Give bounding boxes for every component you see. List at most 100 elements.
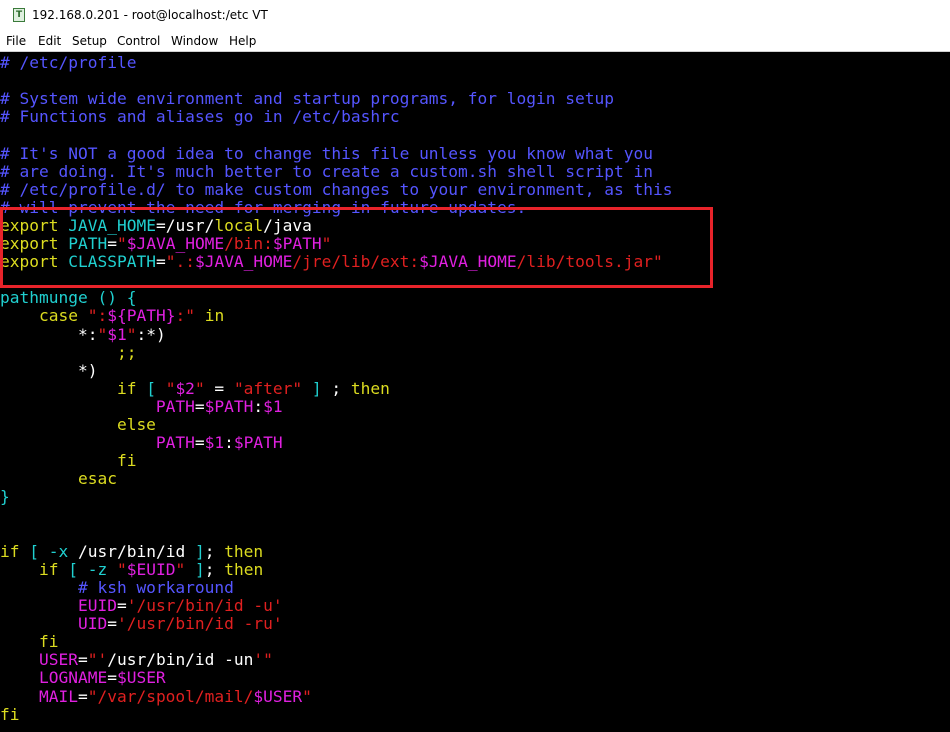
code-token: $PATH — [233, 433, 283, 453]
terminal-line: ;; — [0, 343, 137, 362]
code-token: ": — [87, 306, 108, 326]
code-token: UID — [0, 614, 108, 634]
terminal-line: fi — [0, 451, 137, 471]
code-token: /java — [263, 215, 312, 235]
code-token: " — [175, 559, 186, 579]
code-token: : — [224, 433, 234, 453]
code-token: *: — [0, 324, 98, 344]
code-token: MAIL — [0, 686, 78, 706]
code-token: then — [224, 559, 264, 579]
code-token: if — [0, 559, 69, 579]
terminal-line: pathmunge () { — [0, 289, 136, 307]
code-token: $EUID — [126, 559, 176, 579]
code-token: " — [165, 378, 176, 398]
code-token: $USER — [253, 686, 303, 706]
terminal-line: # /etc/profile.d/ to make custom changes… — [0, 179, 673, 199]
code-token: ] — [302, 378, 332, 398]
menu-file[interactable]: File — [6, 33, 26, 49]
code-token: $JAVA_HOME — [419, 252, 517, 272]
code-token: case — [0, 306, 88, 326]
code-token: /jre/lib/ext: — [292, 252, 420, 272]
code-token: $USER — [116, 668, 166, 688]
code-token: fi — [0, 704, 20, 724]
code-token: /usr/bin/id -un — [107, 650, 254, 670]
window-titlebar[interactable]: T 192.168.0.201 - root@localhost:/etc VT — [0, 0, 950, 30]
code-token: $JAVA_HOME — [194, 252, 293, 272]
code-token: export — [0, 215, 69, 235]
code-token: # are doing. It's much better to create … — [0, 161, 653, 181]
terminal-line: case ":${PATH}:" in — [0, 307, 224, 325]
code-token: PATH — [0, 396, 195, 416]
terminal-line: PATH=$PATH:$1 — [0, 396, 283, 416]
code-token: USER — [0, 650, 78, 670]
code-token: PATH — [0, 433, 195, 453]
code-token: = — [77, 650, 88, 670]
terminal-icon: T — [13, 8, 25, 22]
code-token: # ksh workaround — [0, 577, 234, 597]
code-token: $1 — [204, 433, 225, 453]
code-token: then — [224, 541, 264, 561]
terminal-line: # System wide environment and startup pr… — [0, 90, 614, 108]
code-token: /usr/bin/id — [77, 541, 195, 561]
code-token: [ -x — [29, 541, 78, 561]
code-token: " — [126, 324, 137, 344]
terminal-screen[interactable]: fi MAIL="/var/spool/mail/$USER" LOGNAME=… — [0, 52, 950, 732]
code-token: $2 — [175, 378, 195, 398]
code-token: $PATH — [204, 396, 254, 416]
menu-edit[interactable]: Edit — [38, 33, 61, 49]
menu-setup[interactable]: Setup — [72, 33, 107, 49]
terminal-line: UID='/usr/bin/id -ru' — [0, 615, 283, 633]
terminal-line: # ksh workaround — [0, 577, 234, 597]
code-token: JAVA_HOME — [68, 215, 156, 235]
code-token: = — [107, 234, 117, 253]
code-token: fi — [0, 632, 59, 652]
code-token: ".: — [165, 252, 195, 272]
code-token: "/var/spool/mail/ — [87, 686, 254, 706]
terminal-line: if [ -z "$EUID" ]; then — [0, 559, 264, 579]
window-title: 192.168.0.201 - root@localhost:/etc VT — [32, 8, 268, 22]
code-token: # System wide environment and startup pr… — [0, 89, 614, 109]
code-token: '/usr/bin/id -ru' — [116, 614, 283, 634]
code-token: /lib/tools.jar" — [516, 252, 663, 272]
code-token: " — [194, 378, 205, 398]
code-token: } — [0, 487, 10, 507]
code-token: ; — [204, 541, 225, 561]
terminal-line: EUID='/usr/bin/id -u' — [0, 597, 283, 615]
code-token: $JAVA_HOME — [126, 234, 225, 253]
code-token: # will prevent the need for merging in f… — [0, 197, 527, 217]
terminal-line: # /etc/profile — [0, 54, 136, 72]
code-token: = — [194, 396, 205, 416]
code-token: [ -z — [68, 559, 117, 579]
code-token: fi — [0, 451, 137, 471]
code-token: = — [107, 668, 117, 688]
code-token: " — [116, 234, 127, 253]
code-token: if — [0, 378, 147, 398]
code-token: $PATH — [272, 234, 322, 253]
code-token: LOGNAME — [0, 668, 108, 688]
code-token: # Functions and aliases go in /etc/bashr… — [0, 107, 400, 127]
code-token: " — [116, 559, 127, 579]
menu-window[interactable]: Window — [171, 33, 218, 49]
code-token: export — [0, 234, 69, 253]
menu-control[interactable]: Control — [117, 33, 160, 49]
menu-help[interactable]: Help — [229, 33, 256, 49]
terminal-line: # are doing. It's much better to create … — [0, 161, 653, 181]
code-token: *) — [0, 360, 98, 380]
code-token: = — [194, 433, 205, 453]
code-token: EUID — [0, 596, 117, 615]
terminal-line: if [ -x /usr/bin/id ]; then — [0, 541, 264, 561]
terminal-line: *) — [0, 360, 98, 380]
code-token: : — [253, 396, 264, 416]
terminal-line: *:"$1":*) — [0, 324, 166, 344]
code-token: pathmunge () { — [0, 288, 137, 308]
terminal-line: MAIL="/var/spool/mail/$USER" — [0, 686, 312, 706]
code-token: :" — [175, 306, 195, 326]
terminal-line: LOGNAME=$USER — [0, 669, 166, 687]
code-token: export — [0, 252, 69, 272]
code-token: # /etc/profile — [0, 53, 137, 72]
code-token: # /etc/profile.d/ to make custom changes… — [0, 179, 673, 199]
terminal-line: } — [0, 488, 10, 506]
code-token: =/usr/ — [155, 215, 215, 235]
code-token: = — [204, 378, 234, 398]
code-token: ; — [331, 378, 351, 398]
